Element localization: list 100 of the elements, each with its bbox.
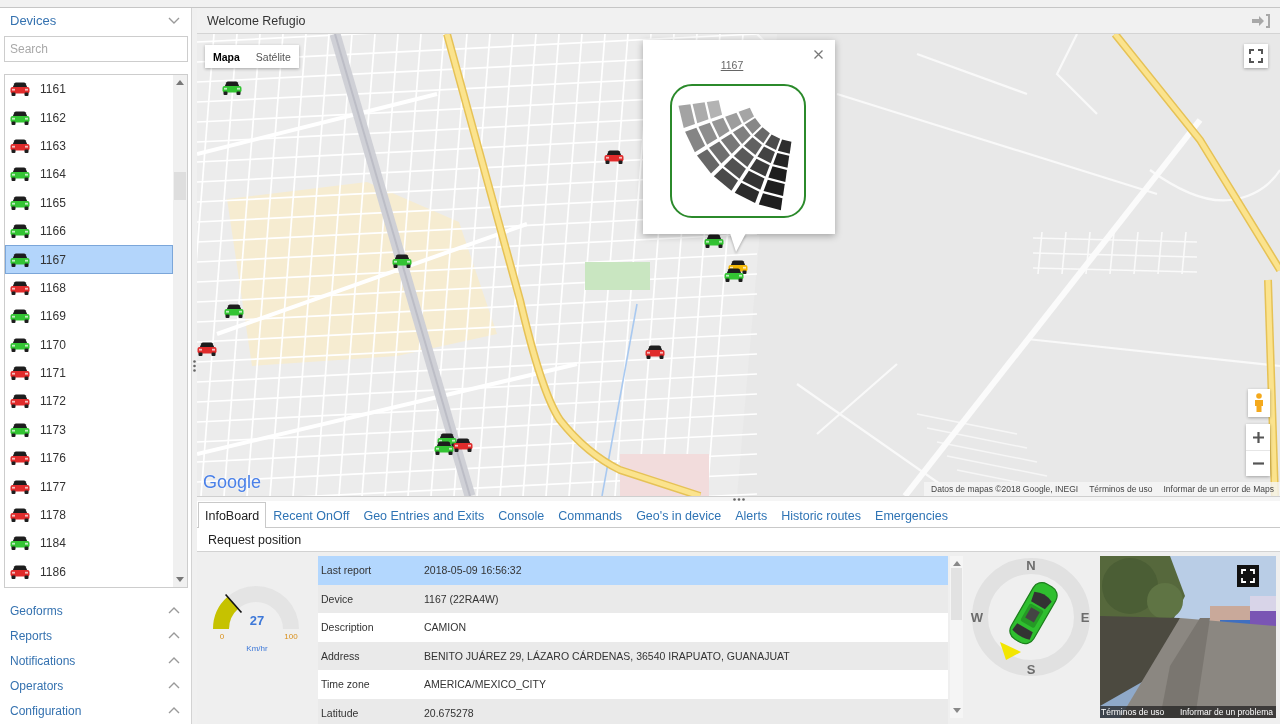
east-label: E	[1080, 609, 1090, 625]
fullscreen-button[interactable]	[1244, 44, 1268, 68]
label-cell-text: Description	[321, 621, 375, 634]
car-icon[interactable]	[724, 268, 744, 282]
scroll-up-icon[interactable]	[176, 80, 184, 85]
car-icon[interactable]	[453, 438, 473, 452]
device-item[interactable]: 1167	[5, 245, 173, 274]
section-header[interactable]: Notifications	[0, 648, 191, 673]
car-icon[interactable]	[197, 342, 217, 356]
car-icon[interactable]	[434, 441, 454, 455]
chevron-up-icon	[168, 657, 180, 664]
map-type-button[interactable]: Satélite	[247, 45, 299, 68]
device-item[interactable]: 1168	[5, 273, 173, 303]
car-icon[interactable]	[392, 254, 412, 268]
table-row[interactable]: Description CAMION	[318, 613, 948, 642]
device-item[interactable]: 1169	[5, 302, 173, 331]
map-logo: Google	[203, 472, 262, 493]
close-icon[interactable]	[814, 50, 823, 59]
value-cell: BENITO JUÁREZ 29, LÁZARO CÁRDENAS, 36540 IRAPUATO, GUANAJUAT	[424, 649, 790, 662]
section-header[interactable]: Configuration	[0, 698, 191, 723]
device-item[interactable]: 1165	[5, 188, 173, 217]
map-data-credit: Datos de mapas ©2018 Google, INEGI	[931, 484, 1079, 494]
scrollbar[interactable]	[950, 556, 963, 718]
tab[interactable]: Console	[491, 503, 552, 528]
chevron-up-icon	[168, 607, 180, 614]
table-row[interactable]: Time zone AMERICA/MEXICO_CITY	[318, 670, 948, 699]
table-row[interactable]: Address BENITO JUÁREZ 29, LÁZARO CÁRDENAS, 36540 IRAPUATO, GUANAJUAT	[318, 641, 948, 670]
device-item[interactable]: 1162	[5, 103, 173, 132]
section-header[interactable]: Reports	[0, 623, 191, 648]
speed-value: 27	[249, 613, 265, 628]
device-item[interactable]: 1161	[5, 75, 173, 104]
value-cell: AMERICA/MEXICO_CITY	[424, 678, 546, 691]
device-item[interactable]: 1163	[5, 131, 173, 161]
section-header[interactable]: Devices	[0, 8, 191, 33]
tab[interactable]: Geo Entries and Exits	[356, 503, 492, 528]
device-item[interactable]: 1176	[5, 444, 173, 473]
device-item[interactable]: 1173	[5, 415, 173, 445]
scroll-down-icon[interactable]	[176, 577, 184, 582]
north-label: N	[1026, 557, 1036, 573]
device-item[interactable]: 1166	[5, 216, 173, 246]
section-header[interactable]: Geoforms	[0, 598, 191, 623]
label-cell-text: Latitude	[321, 706, 360, 719]
device-item[interactable]: 1178	[5, 500, 173, 530]
report-problem-link[interactable]: Informar de un problema	[1179, 707, 1273, 717]
terms-link[interactable]: Términos de uso	[1089, 484, 1153, 494]
table-row[interactable]: Device 1167 (22RA4W)	[318, 584, 948, 613]
south-label: S	[1026, 661, 1036, 677]
tab[interactable]: InfoBoard	[198, 502, 267, 528]
car-icon[interactable]	[224, 304, 244, 318]
search-field[interactable]: Search	[4, 36, 188, 62]
section-header[interactable]: Operators	[0, 673, 191, 698]
device-item[interactable]: 1172	[5, 387, 173, 416]
fullscreen-icon[interactable]	[1237, 565, 1259, 587]
device-item[interactable]: 1170	[5, 330, 173, 359]
tab[interactable]: Alerts	[728, 503, 775, 528]
table-row[interactable]: Last report 2018-05-09 16:56:32	[318, 556, 948, 585]
table-row[interactable]: Latitude 20.675278	[318, 698, 948, 724]
scale-min-label: 0	[219, 632, 225, 641]
terms-link[interactable]: Términos de uso	[1101, 707, 1165, 717]
tab[interactable]: Historic routes	[774, 503, 869, 528]
device-item[interactable]: 1164	[5, 160, 173, 189]
tab[interactable]: Recent OnOff	[266, 503, 357, 528]
scrollbar[interactable]	[173, 75, 187, 587]
car-icon[interactable]	[222, 81, 242, 95]
gauge-needle	[224, 593, 243, 614]
car-icon[interactable]	[604, 150, 624, 164]
report-error-link[interactable]: Informar de un error de Maps	[1163, 484, 1274, 494]
value-cell: 1167 (22RA4W)	[424, 592, 499, 605]
label-cell-text: Last report	[321, 564, 373, 577]
scroll-down-icon[interactable]	[952, 708, 961, 713]
device-link[interactable]: 1167	[720, 59, 744, 71]
scroll-thumb[interactable]	[174, 172, 186, 200]
drag-handle-icon[interactable]	[732, 497, 745, 501]
value-cell: CAMION	[424, 621, 466, 634]
pointer-icon	[1000, 642, 1021, 660]
person-icon	[1254, 393, 1264, 413]
device-item[interactable]: 1186	[5, 557, 173, 587]
scroll-up-icon[interactable]	[952, 561, 961, 566]
car-icon[interactable]	[704, 234, 724, 248]
value-cell: 2018-05-09 16:56:32	[424, 564, 522, 577]
tab[interactable]: Commands	[551, 503, 630, 528]
zoom-in-button[interactable]	[1246, 424, 1270, 450]
tab[interactable]: Emergencies	[868, 503, 955, 528]
plus-icon	[1252, 431, 1264, 443]
label-cell-text: Device	[321, 592, 355, 605]
car-icon[interactable]	[645, 345, 665, 359]
fullscreen-icon	[1249, 49, 1263, 63]
map-type-button[interactable]: Mapa	[205, 45, 248, 68]
tab[interactable]: Geo's in device	[629, 503, 729, 528]
label-cell-text: Address	[321, 649, 361, 662]
value-cell: 20.675278	[424, 706, 474, 719]
request-position-button[interactable]: Request position	[200, 528, 310, 551]
label-cell-text: Time zone	[321, 678, 371, 691]
device-item[interactable]: 1177	[5, 472, 173, 501]
drag-handle-icon[interactable]	[193, 360, 196, 372]
chevron-up-icon	[168, 707, 180, 714]
chevron-up-icon	[168, 632, 180, 639]
device-item[interactable]: 1184	[5, 529, 173, 558]
device-item[interactable]: 1171	[5, 358, 173, 388]
minus-icon	[1252, 462, 1264, 465]
